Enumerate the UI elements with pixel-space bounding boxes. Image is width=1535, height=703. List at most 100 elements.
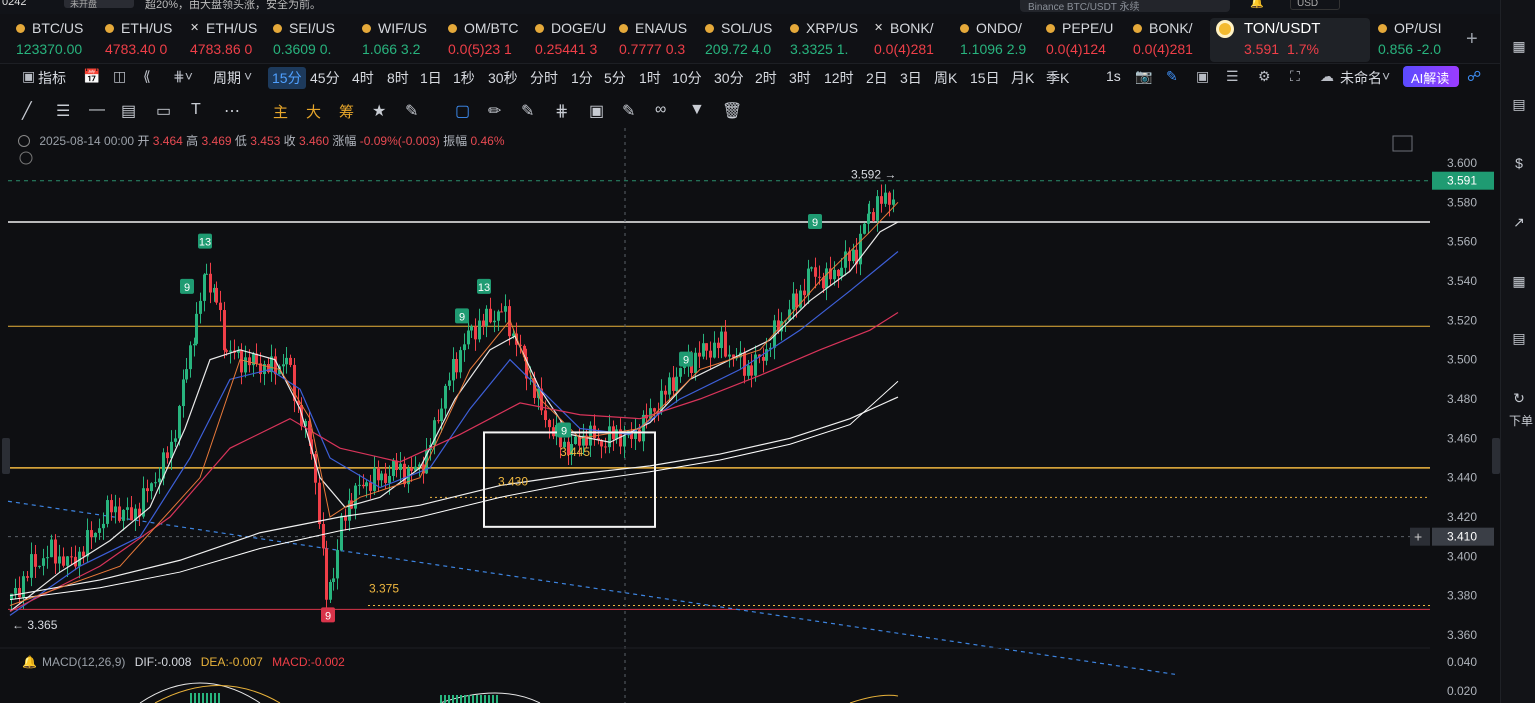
list-edit-icon[interactable]: ✎ (622, 101, 635, 121)
ticker-seius-3[interactable]: SEI/US 0.3609 0. (273, 18, 353, 62)
ticker-solus-8[interactable]: SOL/US 209.72 4.0 (705, 18, 782, 62)
interval-19[interactable]: 15日 (970, 68, 1000, 88)
horizontal-line-icon[interactable]: — (89, 101, 105, 119)
ticker-enaus-7[interactable]: ENA/US 0.7777 0.3 (619, 18, 697, 62)
add-ticker-button[interactable]: + (1466, 28, 1478, 51)
collapse-icon[interactable] (18, 135, 30, 147)
period-button[interactable]: 周期 (213, 68, 241, 88)
ticker-tonusdt-14[interactable]: TON/USDT 3.591 1.7% (1210, 18, 1370, 62)
interval-7[interactable]: 分时 (530, 68, 558, 88)
ticker-ondo-11[interactable]: ONDO/1.1096 2.9 (960, 18, 1038, 62)
lock-icon[interactable]: ▣ (589, 101, 604, 121)
candle-body (884, 192, 887, 204)
pepe-coin-icon (1046, 24, 1055, 33)
magnet-icon[interactable]: ★ (372, 101, 386, 121)
trend-icon[interactable]: ↗ (1510, 214, 1528, 232)
ticker-ethus-2[interactable]: ✕ ETH/US 4783.86 0 (190, 18, 265, 62)
interval-12[interactable]: 30分 (714, 68, 744, 88)
brush-icon[interactable]: ✏ (488, 101, 501, 121)
interval-0[interactable]: 15分 (268, 67, 306, 89)
ticker-price: 4783.86 0 (190, 41, 253, 57)
currency-select[interactable]: USD (1290, 0, 1340, 10)
interval-17[interactable]: 3日 (900, 68, 922, 88)
interval-13[interactable]: 2时 (755, 68, 777, 88)
parallel-tool-icon[interactable]: ☰ (56, 101, 70, 121)
right-panel-handle[interactable] (1492, 438, 1500, 474)
grid-icon[interactable]: ▦ (1510, 273, 1528, 291)
ticker-ethus-1[interactable]: ETH/US 4783.40 0 (105, 18, 180, 62)
interval-15[interactable]: 12时 (824, 68, 854, 88)
rewind-icon[interactable]: ⟪ (143, 68, 151, 85)
seconds-button[interactable]: 1s (1106, 68, 1121, 84)
layers-icon[interactable]: ☰ (1226, 68, 1239, 85)
ticker-ombtc-5[interactable]: OM/BTC 0.0(5)23 1 (448, 18, 526, 62)
share-icon[interactable]: ☍ (1467, 68, 1481, 85)
pencil-icon[interactable]: ✎ (1166, 68, 1178, 85)
interval-4[interactable]: 1日 (420, 68, 442, 88)
interval-21[interactable]: 季K (1046, 68, 1069, 88)
calendar-icon[interactable]: 📅 (83, 68, 100, 85)
left-panel-handle[interactable] (2, 438, 10, 474)
ai-analysis-button[interactable]: AI解读 (1403, 66, 1459, 87)
link-icon[interactable]: ∞ (655, 101, 666, 119)
cloud-icon[interactable]: ☁ (1320, 68, 1334, 85)
ticker-btcus-0[interactable]: BTC/US 123370.00 (16, 18, 91, 62)
indicator-icon[interactable]: ▣ (22, 68, 35, 85)
interval-10[interactable]: 1时 (639, 68, 661, 88)
macd-dif: DIF:-0.008 (134, 655, 192, 669)
select-tool-icon[interactable]: ▢ (455, 101, 470, 121)
erase-tool-icon[interactable]: ✎ (405, 101, 418, 121)
etf-icon[interactable]: ▤ (1510, 330, 1528, 348)
interval-3[interactable]: 8时 (387, 68, 409, 88)
interval-14[interactable]: 3时 (789, 68, 811, 88)
large-order-tool[interactable]: 大 (306, 101, 321, 122)
ticker-bonk-13[interactable]: BONK/0.0(4)281 (1133, 18, 1205, 62)
document-icon[interactable]: ▤ (1510, 96, 1528, 114)
interval-9[interactable]: 5分 (604, 68, 626, 88)
ticker-xrpus-9[interactable]: XRP/US 3.3325 1. (790, 18, 866, 62)
interval-20[interactable]: 月K (1011, 68, 1034, 88)
ruler-icon[interactable]: ▤ (121, 101, 136, 121)
layout-name[interactable]: 未命名 (1340, 68, 1382, 88)
order-label[interactable]: 下单 (1509, 412, 1533, 429)
layout-icon[interactable]: ◫ (113, 68, 126, 85)
fullscreen-icon[interactable]: ⛶ (1290, 68, 1300, 85)
watchlist-icon[interactable]: ▦ (1510, 38, 1528, 56)
chevron-down-icon[interactable]: ˅ (1382, 68, 1390, 84)
interval-6[interactable]: 30秒 (488, 68, 518, 88)
text-tool-icon[interactable]: T (191, 101, 201, 119)
dollar-icon[interactable]: $ (1510, 155, 1528, 173)
ticker-pepeu-12[interactable]: PEPE/U 0.0(4)124 (1046, 18, 1124, 62)
more-tools-icon[interactable]: ⋯ (224, 101, 240, 121)
interval-18[interactable]: 周K (934, 68, 957, 88)
camera-icon[interactable]: 📷 (1135, 68, 1152, 85)
interval-5[interactable]: 1秒 (453, 68, 475, 88)
ticker-opusi-15[interactable]: OP/USI 0.856 -2.0 (1378, 18, 1468, 62)
interval-1[interactable]: 45分 (310, 68, 340, 88)
order-icon[interactable]: ↻ (1510, 390, 1528, 408)
ticker-bonk-10[interactable]: ✕ BONK/0.0(4)281 (874, 18, 952, 62)
indicators-button[interactable]: 指标 (38, 68, 66, 88)
wif-coin-icon (362, 24, 371, 33)
ticker-dogeu-6[interactable]: DOGE/U 0.25441 3 (535, 18, 611, 62)
bell-icon[interactable]: 🔔 (1250, 0, 1264, 9)
chevron-down-icon[interactable]: ˅ (244, 68, 252, 84)
pattern-icon[interactable]: ⋕ (555, 101, 568, 121)
interval-11[interactable]: 10分 (672, 68, 702, 88)
ticker-wifus-4[interactable]: WIF/US 1.066 3.2 (362, 18, 440, 62)
search-input[interactable]: Binance BTC/USDT 永续 (1020, 0, 1230, 13)
filter-icon[interactable]: ▼ (689, 101, 705, 119)
interval-16[interactable]: 2日 (866, 68, 888, 88)
highlighter-icon[interactable]: ✎ (521, 101, 534, 121)
line-tool-icon[interactable]: ╱ (22, 101, 32, 121)
interval-8[interactable]: 1分 (571, 68, 593, 88)
interval-2[interactable]: 4时 (352, 68, 374, 88)
main-chip-tool[interactable]: 主 (273, 101, 288, 122)
comment-icon[interactable]: ▣ (1196, 68, 1209, 85)
trash-icon[interactable]: 🗑 (722, 101, 742, 121)
price-chart[interactable]: 3.600 3.580 3.560 3.540 3.520 3.500 3.480 3.460… (0, 128, 1500, 703)
chip-distribution-tool[interactable]: 筹 (339, 101, 354, 122)
settings-icon[interactable]: ⚙ (1258, 68, 1271, 85)
candle-type-icon[interactable]: ⋕˅ (173, 68, 193, 85)
rectangle-tool-icon[interactable]: ▭ (156, 101, 171, 121)
